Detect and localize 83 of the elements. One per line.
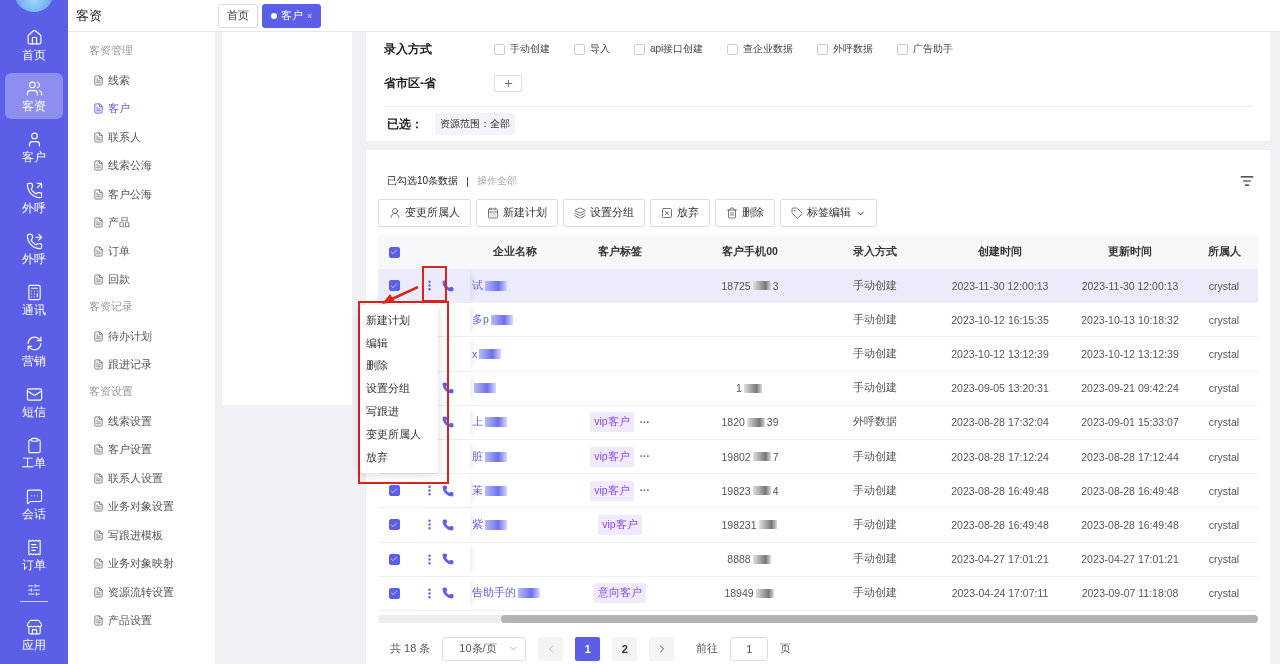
total-count: 共 18 条 — [390, 641, 431, 657]
table-cell-text: crystal — [1207, 587, 1241, 600]
column-header: 客户手机00 — [721, 245, 779, 259]
table-cell-text: 2023-10-12 13:12:39 — [950, 347, 1050, 360]
customer-tag: vip客户 — [598, 514, 642, 535]
phone-number: 198231 — [721, 518, 757, 531]
table-cell-text: 2023-11-30 12:00:13 — [950, 279, 1050, 292]
selection-info: 已勾选10条数据 — [387, 174, 459, 188]
table-cell-text: crystal — [1207, 416, 1241, 429]
table-cell-text: 2023-09-07 11:18:08 — [1080, 587, 1180, 600]
option-label: 手动创建 — [510, 42, 550, 56]
filter-label: 省市区-省 — [384, 74, 437, 92]
table-cell-text: 手动创建 — [852, 517, 898, 532]
table-cell-text: 手动创建 — [852, 552, 898, 567]
table-cell-text: 2023-09-21 09:42:24 — [1080, 382, 1180, 395]
table-cell-text: 2023-11-30 12:00:13 — [1080, 279, 1180, 292]
column-header: 客户标签 — [597, 245, 643, 259]
phone-number: 8888 — [727, 553, 751, 566]
table-cell-text: crystal — [1207, 518, 1241, 531]
phone-number: 18949 — [724, 587, 754, 600]
option-label: api接口创建 — [650, 42, 704, 56]
table-cell-text: 2023-08-28 16:49:48 — [950, 484, 1050, 497]
table-cell-text: crystal — [1207, 484, 1241, 497]
table-cell-text: 手动创建 — [852, 312, 898, 327]
phone-number: 1 — [736, 382, 742, 395]
table-cell-text: 2023-08-28 16:49:48 — [950, 518, 1050, 531]
table-cell-text: 手动创建 — [852, 483, 898, 498]
goto-label: 前往 — [696, 641, 719, 657]
table-cell-text: 2023-08-28 17:12:24 — [950, 450, 1050, 463]
option-label: 外呼数据 — [833, 42, 874, 56]
table-cell-text: crystal — [1207, 279, 1241, 292]
table-cell-text: 2023-08-28 17:32:04 — [950, 416, 1050, 429]
table-cell-text: 2023-04-27 17:01:21 — [1080, 553, 1180, 566]
column-header: 创建时间 — [977, 245, 1023, 259]
customer-tag: 意向客户 — [594, 583, 646, 604]
table-cell-text: 手动创建 — [852, 586, 898, 601]
table-cell-text: 2023-04-24 17:07:11 — [950, 587, 1050, 600]
table-cell-text: crystal — [1207, 313, 1241, 326]
table-cell-text: crystal — [1207, 450, 1241, 463]
customer-tag: vip客户 — [590, 446, 634, 467]
selected-label: 已选： — [387, 115, 423, 133]
phone-number: 18725 — [721, 279, 751, 292]
table-cell-text: 外呼数据 — [852, 415, 898, 430]
table-cell-text: crystal — [1207, 347, 1241, 360]
phone-number: 3 — [772, 279, 779, 292]
table-cell-text: 手动创建 — [852, 346, 898, 361]
customer-tag: vip客户 — [590, 412, 634, 433]
filter-chip: 资源范围：全部 — [435, 113, 515, 135]
section-title: 客资 — [75, 6, 103, 25]
option-label: 广告助手 — [913, 42, 954, 56]
option-label: 导入 — [590, 42, 610, 56]
phone-number: 19802 — [721, 450, 751, 463]
table-cell-text: 2023-10-13 10:18:32 — [1080, 313, 1180, 326]
filter-label: 录入方式 — [384, 40, 433, 58]
menu-group-title: 客资管理 — [89, 42, 134, 58]
table-cell-text: crystal — [1207, 553, 1241, 566]
phone-number: 1820 — [721, 416, 745, 429]
phone-number: 19823 — [721, 484, 751, 497]
option-label: 查企业数据 — [743, 42, 794, 56]
table-cell-text: 2023-08-28 17:12:44 — [1080, 450, 1180, 463]
phone-number: 39 — [766, 416, 779, 429]
phone-number: 4 — [772, 484, 779, 497]
table-cell-text: crystal — [1207, 382, 1241, 395]
table-cell-text: 2023-08-28 16:49:48 — [1080, 484, 1180, 497]
table-cell-text: 手动创建 — [852, 381, 898, 396]
table-cell-text: 2023-08-28 16:49:48 — [1080, 518, 1180, 531]
column-header: 录入方式 — [852, 245, 898, 259]
customer-tag: vip客户 — [590, 480, 634, 501]
column-header: 更新时间 — [1107, 245, 1153, 259]
table-cell-text: 2023-10-12 16:15:35 — [950, 313, 1050, 326]
table-cell-text: 2023-04-27 17:01:21 — [950, 553, 1050, 566]
phone-number: 7 — [772, 450, 779, 463]
table-cell-text: 手动创建 — [852, 278, 898, 293]
menu-group-title: 客资设置 — [89, 383, 134, 399]
column-header: 所属人 — [1206, 245, 1242, 259]
table-cell-text: 手动创建 — [852, 449, 898, 464]
table-cell-text: 2023-09-05 13:20:31 — [950, 382, 1050, 395]
menu-group-title: 客资记录 — [89, 298, 134, 314]
table-cell-text: 2023-10-12 13:12:39 — [1080, 347, 1180, 360]
table-cell-text: 2023-09-01 15:33:07 — [1080, 416, 1180, 429]
column-header: 企业名称 — [492, 245, 538, 259]
page-unit: 页 — [780, 641, 792, 657]
separator-text: | — [466, 175, 469, 187]
